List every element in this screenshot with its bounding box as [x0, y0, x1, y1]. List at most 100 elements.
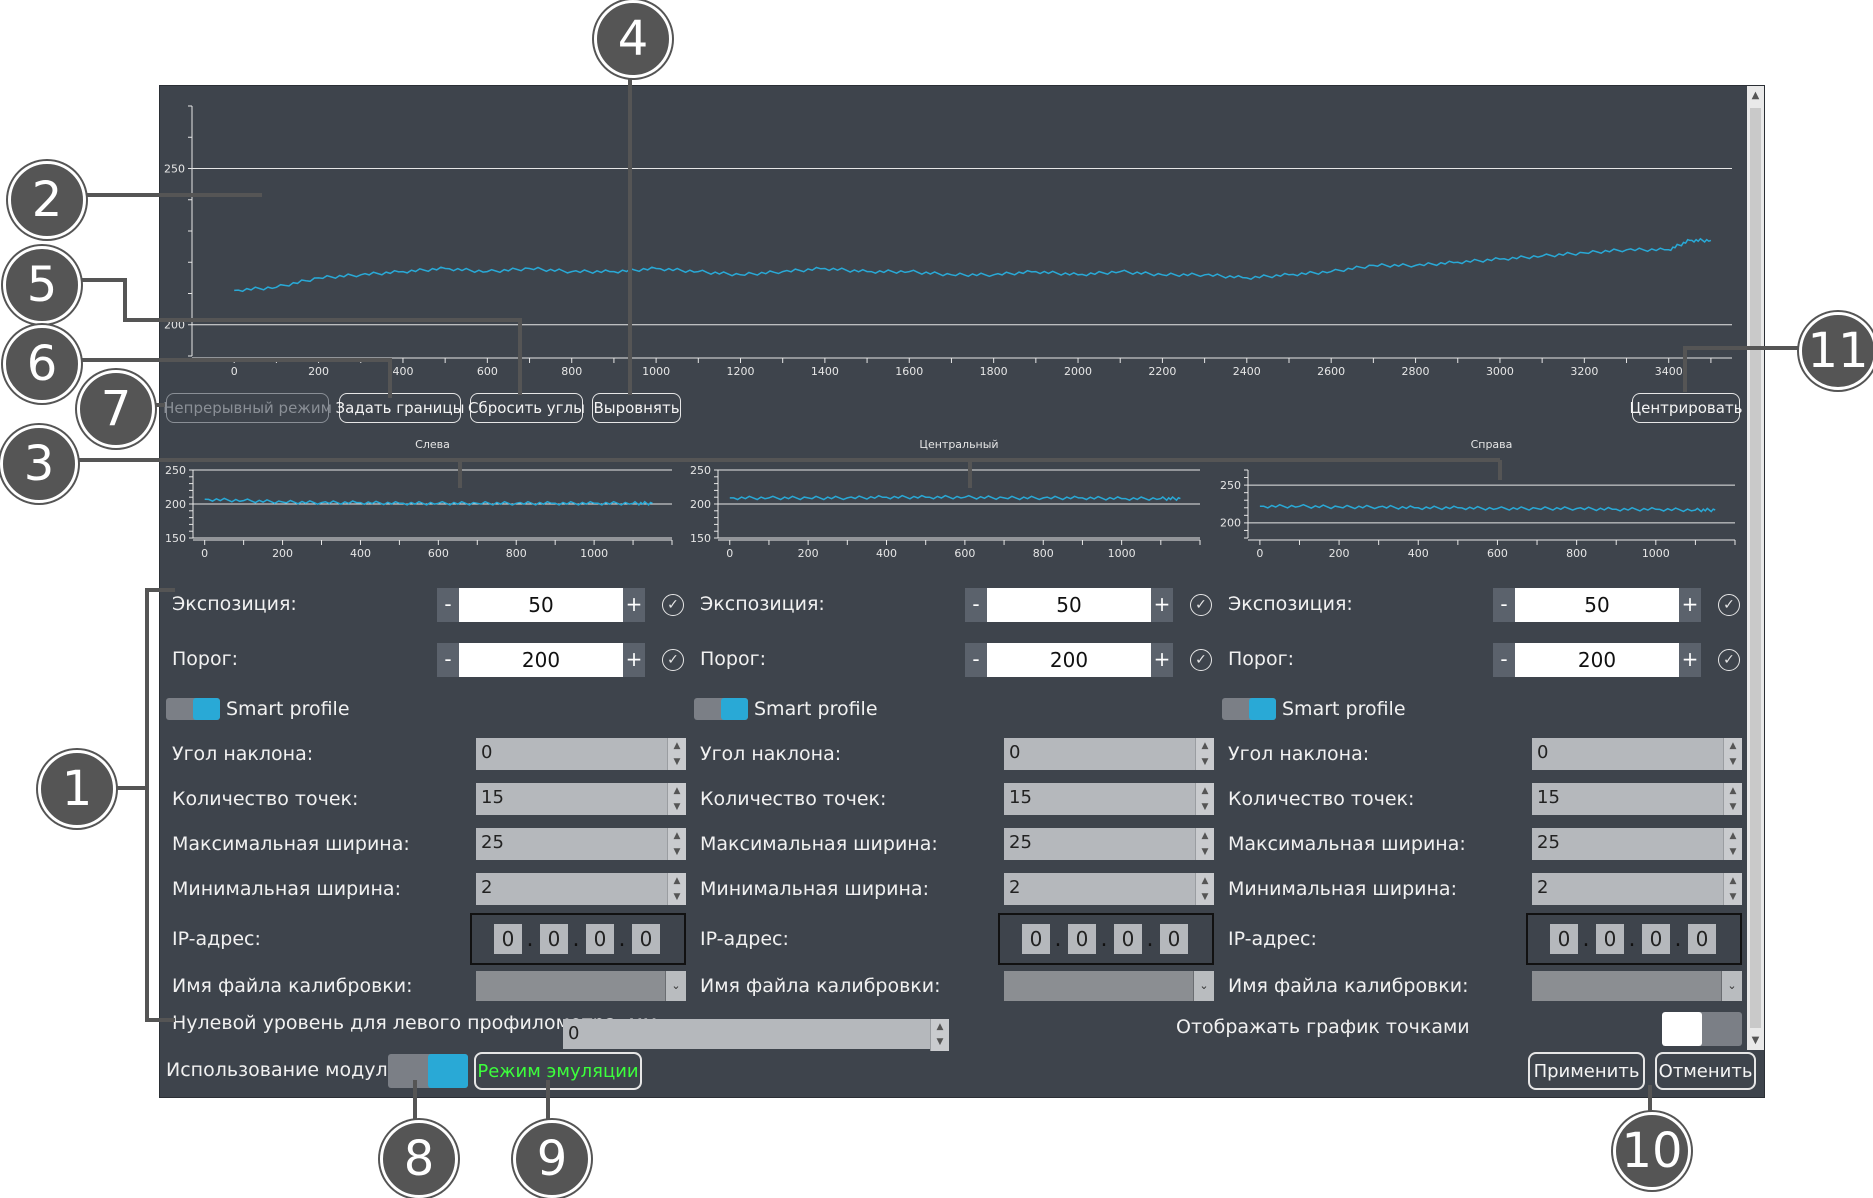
apply-button[interactable]: Применить — [1528, 1052, 1645, 1090]
spin-down-icon[interactable]: ▼ — [931, 1034, 949, 1050]
center-ip-segment-3[interactable]: 0 — [1114, 924, 1142, 954]
spin-up-icon[interactable]: ▲ — [1196, 873, 1214, 889]
center-exposure-apply-check-icon[interactable]: ✓ — [1190, 594, 1212, 616]
left-exposure-plus-button[interactable]: + — [623, 588, 645, 622]
center-tilt-spinner[interactable]: ▲ ▼ — [1195, 738, 1214, 770]
left-max-width-spinner[interactable]: ▲ ▼ — [667, 828, 686, 860]
right-tilt-input[interactable]: 0 ▲ ▼ — [1532, 738, 1742, 770]
spin-up-icon[interactable]: ▲ — [668, 783, 686, 799]
chevron-down-icon[interactable]: ⌄ — [1721, 971, 1742, 1001]
chevron-down-icon[interactable]: ⌄ — [1193, 971, 1214, 1001]
center-min-width-spinner[interactable]: ▲ ▼ — [1195, 873, 1214, 905]
center-tilt-input[interactable]: 0 ▲ ▼ — [1004, 738, 1214, 770]
right-smart-profile-toggle[interactable] — [1222, 698, 1276, 720]
spin-up-icon[interactable]: ▲ — [1724, 783, 1742, 799]
right-tilt-spinner[interactable]: ▲ ▼ — [1723, 738, 1742, 770]
spin-down-icon[interactable]: ▼ — [1196, 889, 1214, 905]
spin-up-icon[interactable]: ▲ — [1724, 873, 1742, 889]
cancel-button[interactable]: Отменить — [1655, 1052, 1756, 1090]
spin-down-icon[interactable]: ▼ — [1724, 889, 1742, 905]
spin-down-icon[interactable]: ▼ — [1196, 754, 1214, 770]
left-ip-segment-3[interactable]: 0 — [586, 924, 614, 954]
right-calibration-dropdown[interactable]: ⌄ — [1532, 971, 1742, 1001]
spin-down-icon[interactable]: ▼ — [668, 799, 686, 815]
right-ip-segment-4[interactable]: 0 — [1688, 924, 1716, 954]
left-threshold-apply-check-icon[interactable]: ✓ — [662, 649, 684, 671]
right-exposure-value[interactable]: 50 — [1515, 588, 1679, 622]
right-threshold-plus-button[interactable]: + — [1679, 643, 1701, 677]
scroll-thumb[interactable] — [1750, 108, 1761, 1028]
zero-level-input[interactable]: 0 ▲ ▼ — [563, 1019, 949, 1051]
left-calibration-dropdown[interactable]: ⌄ — [476, 971, 686, 1001]
dots-toggle[interactable] — [1662, 1012, 1742, 1046]
left-points-input[interactable]: 15 ▲ ▼ — [476, 783, 686, 815]
zero-level-spinner[interactable]: ▲ ▼ — [930, 1019, 949, 1051]
right-exposure-plus-button[interactable]: + — [1679, 588, 1701, 622]
module-usage-toggle[interactable] — [388, 1054, 468, 1088]
right-max-width-input[interactable]: 25 ▲ ▼ — [1532, 828, 1742, 860]
left-points-spinner[interactable]: ▲ ▼ — [667, 783, 686, 815]
spin-down-icon[interactable]: ▼ — [1196, 799, 1214, 815]
left-exposure-value[interactable]: 50 — [459, 588, 623, 622]
spin-up-icon[interactable]: ▲ — [1196, 783, 1214, 799]
spin-down-icon[interactable]: ▼ — [1724, 799, 1742, 815]
spin-up-icon[interactable]: ▲ — [668, 738, 686, 754]
center-ip-segment-2[interactable]: 0 — [1068, 924, 1096, 954]
left-threshold-plus-button[interactable]: + — [623, 643, 645, 677]
center-exposure-minus-button[interactable]: - — [965, 588, 987, 622]
scroll-down-icon[interactable]: ▼ — [1747, 1032, 1764, 1049]
spin-down-icon[interactable]: ▼ — [1724, 754, 1742, 770]
center-calibration-dropdown[interactable]: ⌄ — [1004, 971, 1214, 1001]
spin-up-icon[interactable]: ▲ — [668, 828, 686, 844]
left-max-width-input[interactable]: 25 ▲ ▼ — [476, 828, 686, 860]
left-ip-segment-1[interactable]: 0 — [494, 924, 522, 954]
scroll-up-icon[interactable]: ▲ — [1747, 87, 1764, 104]
left-min-width-input[interactable]: 2 ▲ ▼ — [476, 873, 686, 905]
left-ip-segment-4[interactable]: 0 — [632, 924, 660, 954]
center-points-input[interactable]: 15 ▲ ▼ — [1004, 783, 1214, 815]
spin-down-icon[interactable]: ▼ — [1196, 844, 1214, 860]
center-ip-segment-4[interactable]: 0 — [1160, 924, 1188, 954]
left-threshold-minus-button[interactable]: - — [437, 643, 459, 677]
right-ip-segment-2[interactable]: 0 — [1596, 924, 1624, 954]
center-threshold-apply-check-icon[interactable]: ✓ — [1190, 649, 1212, 671]
right-ip-segment-1[interactable]: 0 — [1550, 924, 1578, 954]
right-ip-segment-3[interactable]: 0 — [1642, 924, 1670, 954]
center-threshold-minus-button[interactable]: - — [965, 643, 987, 677]
spin-up-icon[interactable]: ▲ — [1196, 738, 1214, 754]
emulation-mode-button[interactable]: Режим эмуляции — [474, 1052, 642, 1090]
left-ip-segment-2[interactable]: 0 — [540, 924, 568, 954]
left-min-width-spinner[interactable]: ▲ ▼ — [667, 873, 686, 905]
left-exposure-apply-check-icon[interactable]: ✓ — [662, 594, 684, 616]
center-points-spinner[interactable]: ▲ ▼ — [1195, 783, 1214, 815]
spin-up-icon[interactable]: ▲ — [1196, 828, 1214, 844]
right-points-spinner[interactable]: ▲ ▼ — [1723, 783, 1742, 815]
center-min-width-input[interactable]: 2 ▲ ▼ — [1004, 873, 1214, 905]
center-threshold-plus-button[interactable]: + — [1151, 643, 1173, 677]
right-min-width-spinner[interactable]: ▲ ▼ — [1723, 873, 1742, 905]
right-threshold-minus-button[interactable]: - — [1493, 643, 1515, 677]
left-tilt-spinner[interactable]: ▲ ▼ — [667, 738, 686, 770]
center-max-width-input[interactable]: 25 ▲ ▼ — [1004, 828, 1214, 860]
right-threshold-apply-check-icon[interactable]: ✓ — [1718, 649, 1740, 671]
center-max-width-spinner[interactable]: ▲ ▼ — [1195, 828, 1214, 860]
right-max-width-spinner[interactable]: ▲ ▼ — [1723, 828, 1742, 860]
right-points-input[interactable]: 15 ▲ ▼ — [1532, 783, 1742, 815]
spin-up-icon[interactable]: ▲ — [1724, 828, 1742, 844]
spin-down-icon[interactable]: ▼ — [1724, 844, 1742, 860]
center-smart-profile-toggle[interactable] — [694, 698, 748, 720]
right-threshold-value[interactable]: 200 — [1515, 643, 1679, 677]
chevron-down-icon[interactable]: ⌄ — [665, 971, 686, 1001]
vertical-scrollbar[interactable]: ▲ ▼ — [1747, 86, 1764, 1050]
center-threshold-value[interactable]: 200 — [987, 643, 1151, 677]
right-exposure-minus-button[interactable]: - — [1493, 588, 1515, 622]
spin-up-icon[interactable]: ▲ — [1724, 738, 1742, 754]
right-exposure-apply-check-icon[interactable]: ✓ — [1718, 594, 1740, 616]
left-tilt-input[interactable]: 0 ▲ ▼ — [476, 738, 686, 770]
spin-up-icon[interactable]: ▲ — [668, 873, 686, 889]
center-ip-segment-1[interactable]: 0 — [1022, 924, 1050, 954]
spin-down-icon[interactable]: ▼ — [668, 889, 686, 905]
left-smart-profile-toggle[interactable] — [166, 698, 220, 720]
center-exposure-value[interactable]: 50 — [987, 588, 1151, 622]
spin-down-icon[interactable]: ▼ — [668, 754, 686, 770]
